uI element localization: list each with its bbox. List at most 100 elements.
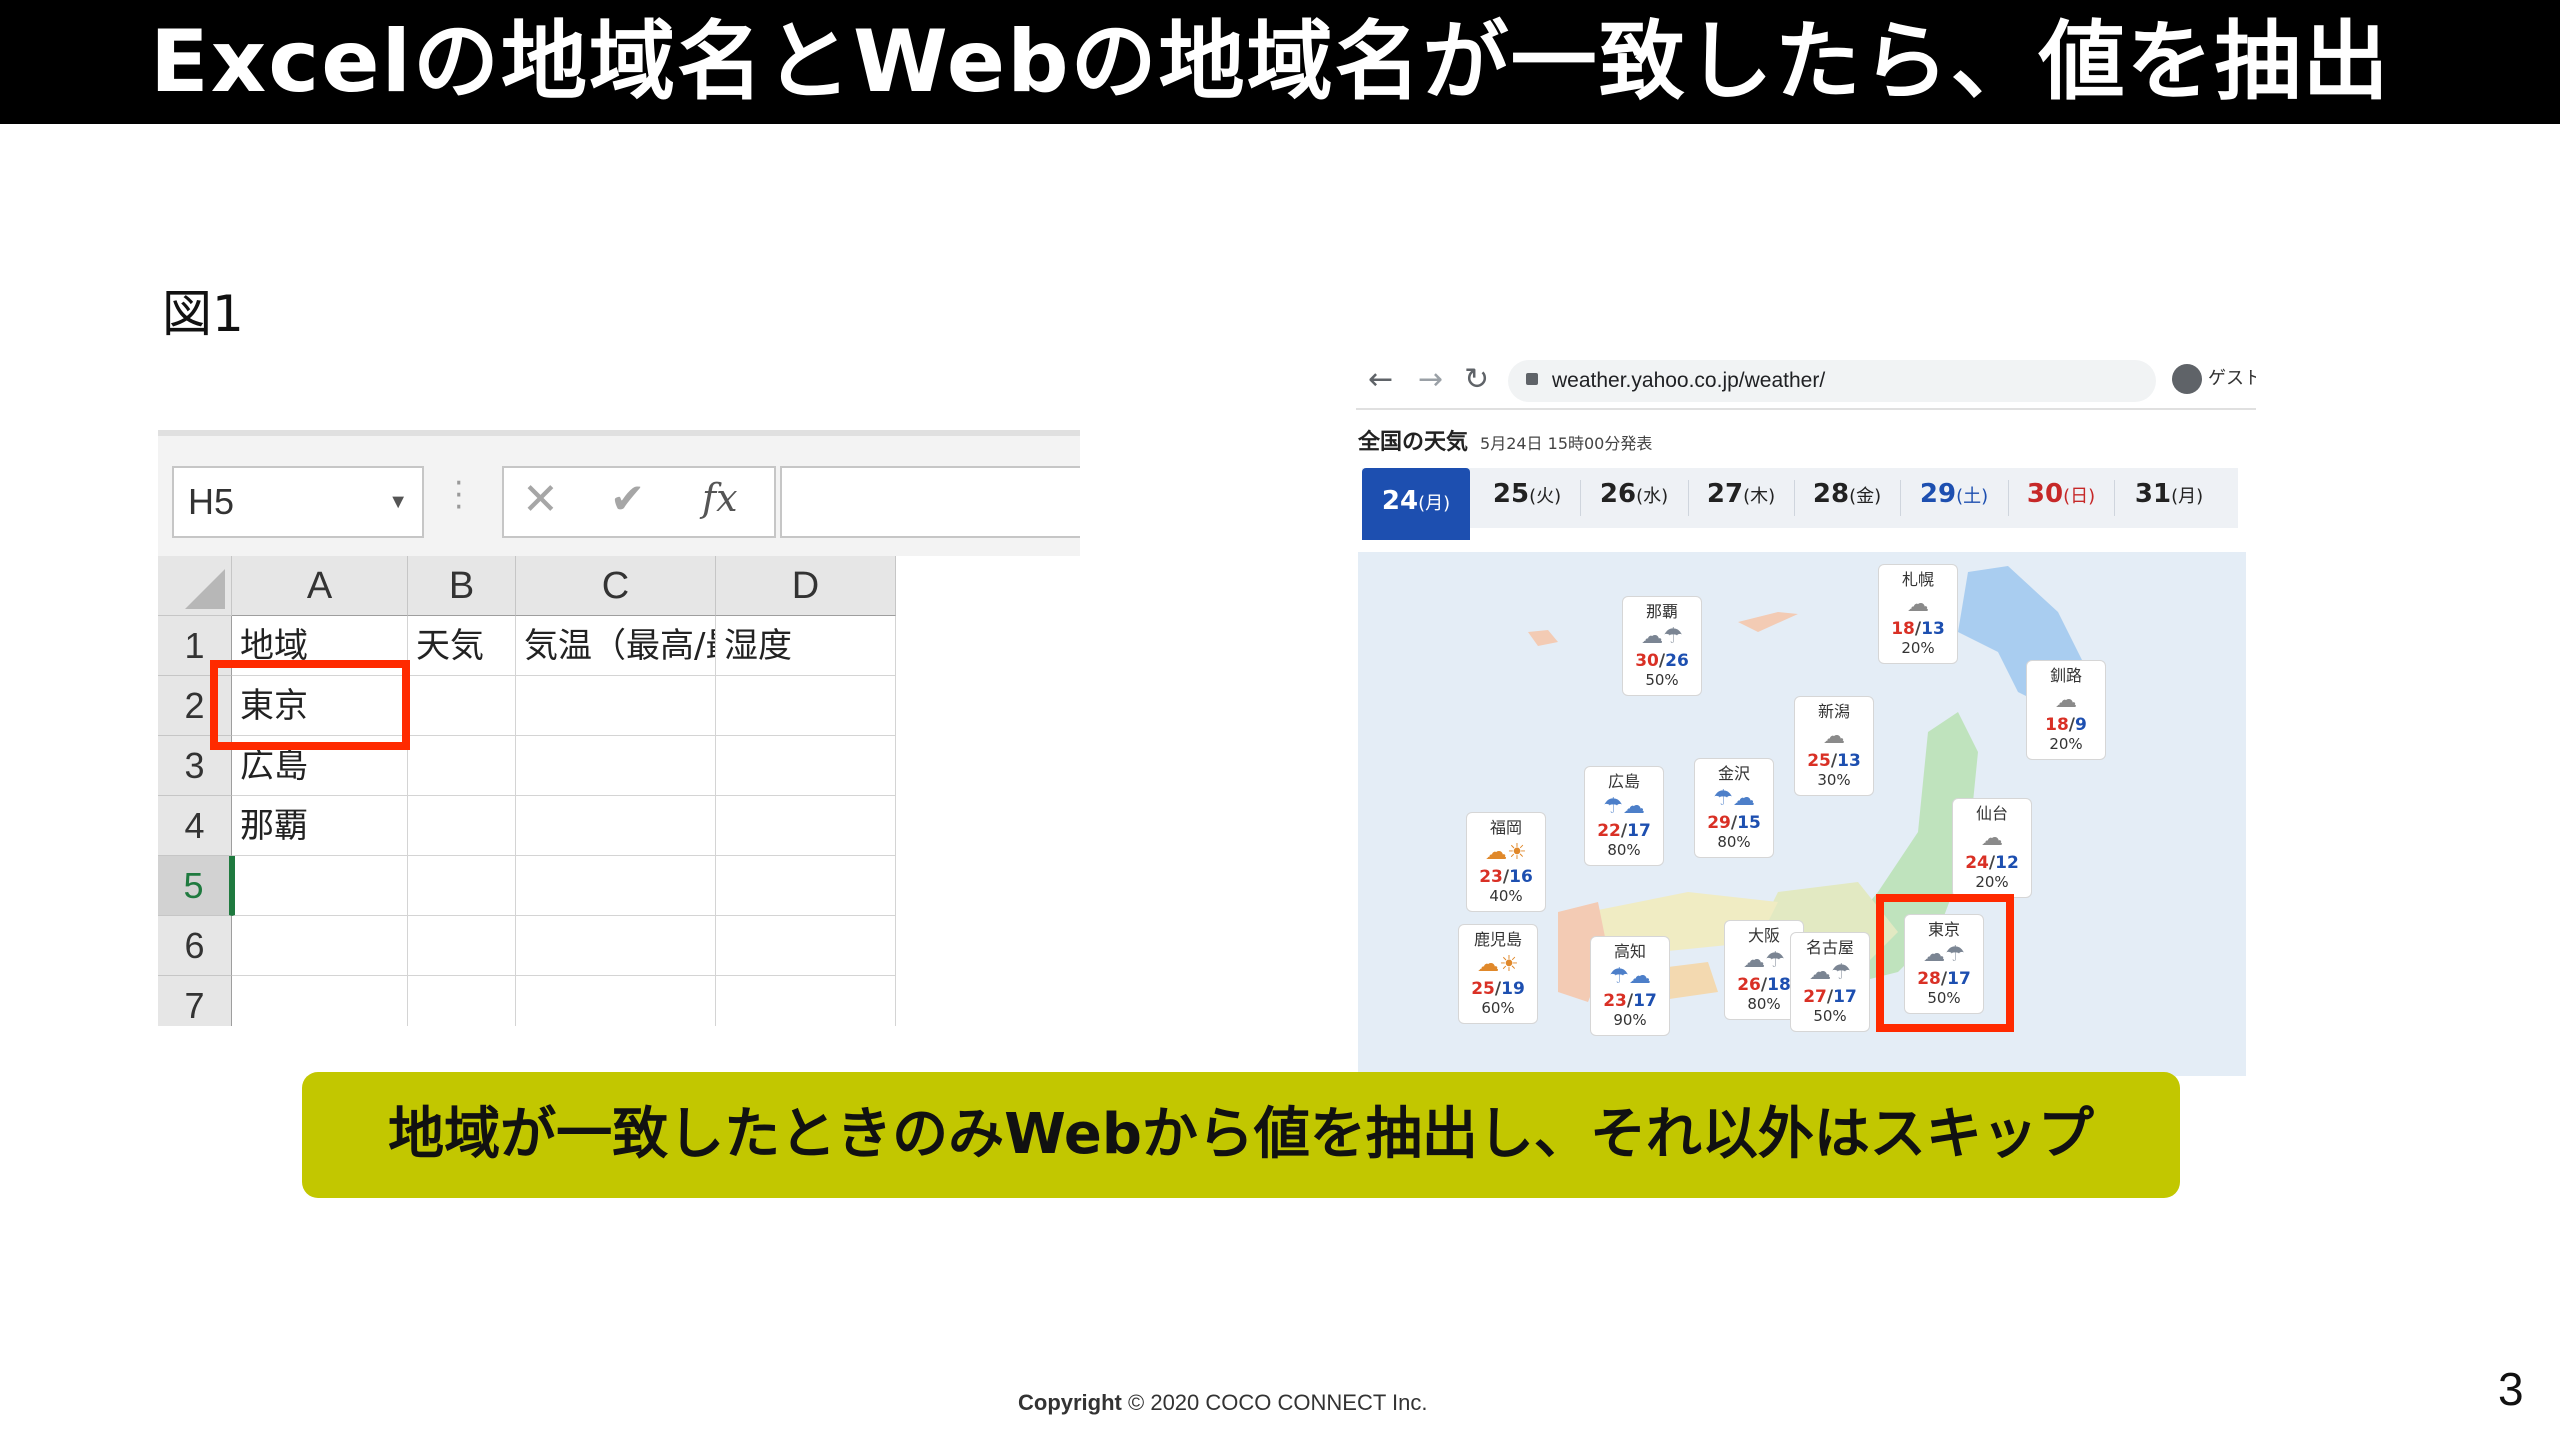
temp-low: 13 bbox=[1921, 619, 1945, 639]
excel-screenshot: H5 ▼ ··· ✕ ✔ fx ABCD1地域天気気温（最高/最低）湿度2東京3… bbox=[158, 430, 1080, 1026]
cell-c2[interactable] bbox=[516, 676, 716, 736]
tab-separator bbox=[2114, 480, 2115, 516]
column-header-a[interactable]: A bbox=[232, 556, 408, 616]
column-header-c[interactable]: C bbox=[516, 556, 716, 616]
cell-d2[interactable] bbox=[716, 676, 896, 736]
cell-c3[interactable] bbox=[516, 736, 716, 796]
cell-b7[interactable] bbox=[408, 976, 516, 1026]
url-text: weather.yahoo.co.jp/weather/ bbox=[1552, 369, 1826, 392]
dropdown-caret-icon[interactable]: ▼ bbox=[388, 468, 408, 536]
back-arrow-icon[interactable]: ← bbox=[1368, 362, 1393, 397]
insert-function-icon[interactable]: fx bbox=[702, 476, 738, 520]
forward-arrow-icon[interactable]: → bbox=[1418, 362, 1443, 397]
weather-card[interactable]: 高知 ☂☁ 23/17 90% bbox=[1590, 936, 1670, 1036]
tab-separator bbox=[1580, 480, 1581, 516]
cell-d5[interactable] bbox=[716, 856, 896, 916]
cell-b5[interactable] bbox=[408, 856, 516, 916]
weather-card[interactable]: 仙台 ☁ 24/12 20% bbox=[1952, 798, 2032, 898]
cell-d1[interactable]: 湿度 bbox=[716, 616, 896, 676]
weather-card[interactable]: 福岡 ☁☀ 23/16 40% bbox=[1466, 812, 1546, 912]
rain-probability: 90% bbox=[1613, 1011, 1647, 1029]
cell-c4[interactable] bbox=[516, 796, 716, 856]
cell-d3[interactable] bbox=[716, 736, 896, 796]
row-header-4[interactable]: 4 bbox=[158, 796, 232, 856]
temp-high: 25 bbox=[1471, 979, 1495, 999]
date-tab-27[interactable]: 27(木) bbox=[1688, 468, 1794, 528]
date-tab-25[interactable]: 25(火) bbox=[1474, 468, 1580, 528]
temp-high: 23 bbox=[1479, 867, 1503, 887]
formula-input[interactable] bbox=[780, 466, 1080, 538]
temp-high: 25 bbox=[1807, 751, 1831, 771]
cloud-rain-icon: ☁☂ bbox=[1641, 624, 1683, 649]
weather-card[interactable]: 札幌 ☁ 18/13 20% bbox=[1878, 564, 1958, 664]
drag-handle-icon[interactable]: · · · bbox=[454, 469, 464, 523]
date-weekday: (木) bbox=[1743, 486, 1776, 507]
weather-card[interactable]: 釧路 ☁ 18/9 20% bbox=[2026, 660, 2106, 760]
cell-b1[interactable]: 天気 bbox=[408, 616, 516, 676]
temp-low: 17 bbox=[1633, 991, 1657, 1011]
weather-card[interactable]: 名古屋 ☁☂ 27/17 50% bbox=[1790, 932, 1870, 1032]
column-header-b[interactable]: B bbox=[408, 556, 516, 616]
date-tab-29[interactable]: 29(土) bbox=[1900, 468, 2008, 528]
row-header-5[interactable]: 5 bbox=[158, 856, 232, 916]
cloud-rain-icon: ☁☂ bbox=[1809, 960, 1851, 985]
cell-b2[interactable] bbox=[408, 676, 516, 736]
browser-toolbar: ← → ↻ weather.yahoo.co.jp/weather/ ゲスト bbox=[1356, 356, 2256, 408]
cell-a7[interactable] bbox=[232, 976, 408, 1026]
date-tab-28[interactable]: 28(金) bbox=[1794, 468, 1900, 528]
weather-card[interactable]: 広島 ☂☁ 22/17 80% bbox=[1584, 766, 1664, 866]
temp-low: 17 bbox=[1833, 987, 1857, 1007]
date-tab-30[interactable]: 30(日) bbox=[2008, 468, 2114, 528]
row-header-7[interactable]: 7 bbox=[158, 976, 232, 1026]
cell-b3[interactable] bbox=[408, 736, 516, 796]
date-day: 31 bbox=[2134, 479, 2172, 509]
cell-a5[interactable] bbox=[232, 856, 408, 916]
cell-c5[interactable] bbox=[516, 856, 716, 916]
temperature: 25/19 bbox=[1459, 979, 1537, 999]
cell-c7[interactable] bbox=[516, 976, 716, 1026]
japan-weather-map: 那覇 ☁☂ 30/26 50% 札幌 ☁ 18/13 20% 釧路 ☁ 18/9 20% 新潟 ☁ 25/1… bbox=[1358, 552, 2246, 1076]
reload-icon[interactable]: ↻ bbox=[1464, 362, 1489, 397]
temperature: 27/17 bbox=[1791, 987, 1869, 1007]
name-box[interactable]: H5 ▼ bbox=[172, 466, 424, 538]
cell-c6[interactable] bbox=[516, 916, 716, 976]
date-tab-31[interactable]: 31(月) bbox=[2114, 468, 2224, 528]
row-header-6[interactable]: 6 bbox=[158, 916, 232, 976]
date-tab-24[interactable]: 24(月) bbox=[1362, 468, 1470, 540]
date-day: 28 bbox=[1812, 479, 1850, 509]
date-tab-26[interactable]: 26(水) bbox=[1580, 468, 1688, 528]
temperature: 30/26 bbox=[1623, 651, 1701, 671]
tab-separator bbox=[2008, 480, 2009, 516]
cell-b4[interactable] bbox=[408, 796, 516, 856]
address-bar[interactable]: weather.yahoo.co.jp/weather/ bbox=[1508, 360, 2156, 402]
date-day: 29 bbox=[1919, 479, 1957, 509]
cell-d7[interactable] bbox=[716, 976, 896, 1026]
rain-probability: 40% bbox=[1489, 887, 1523, 905]
name-box-value: H5 bbox=[188, 481, 235, 522]
date-tabs: 24(月) 25(火) 26(水) 27(木) 28(金) 29(土) 30(日) 31(月) bbox=[1362, 468, 2238, 540]
weather-card[interactable]: 金沢 ☂☁ 29/15 80% bbox=[1694, 758, 1774, 858]
cell-d4[interactable] bbox=[716, 796, 896, 856]
select-all-corner[interactable] bbox=[158, 556, 232, 616]
cloud-sun-icon: ☁☀ bbox=[1477, 952, 1519, 977]
weather-card[interactable]: 新潟 ☁ 25/13 30% bbox=[1794, 696, 1874, 796]
confirm-check-icon[interactable]: ✔ bbox=[610, 474, 645, 523]
cell-b6[interactable] bbox=[408, 916, 516, 976]
column-header-d[interactable]: D bbox=[716, 556, 896, 616]
city-name: 新潟 bbox=[1817, 702, 1850, 721]
cell-d6[interactable] bbox=[716, 916, 896, 976]
cell-a4[interactable]: 那覇 bbox=[232, 796, 408, 856]
cancel-icon[interactable]: ✕ bbox=[522, 474, 559, 525]
city-name: 金沢 bbox=[1717, 764, 1750, 783]
cloud-icon: ☁ bbox=[1981, 826, 2003, 851]
city-name: 釧路 bbox=[2049, 666, 2082, 685]
cell-c1[interactable]: 気温（最高/最低） bbox=[516, 616, 716, 676]
cell-a6[interactable] bbox=[232, 916, 408, 976]
profile-button[interactable]: ゲスト bbox=[2172, 364, 2256, 394]
temp-high: 30 bbox=[1635, 651, 1659, 671]
weather-card[interactable]: 那覇 ☁☂ 30/26 50% bbox=[1622, 596, 1702, 696]
weather-card[interactable]: 鹿児島 ☁☀ 25/19 60% bbox=[1458, 924, 1538, 1024]
copyright-label: Copyright bbox=[1018, 1390, 1122, 1415]
temperature: 18/9 bbox=[2027, 715, 2105, 735]
temp-high: 27 bbox=[1803, 987, 1827, 1007]
